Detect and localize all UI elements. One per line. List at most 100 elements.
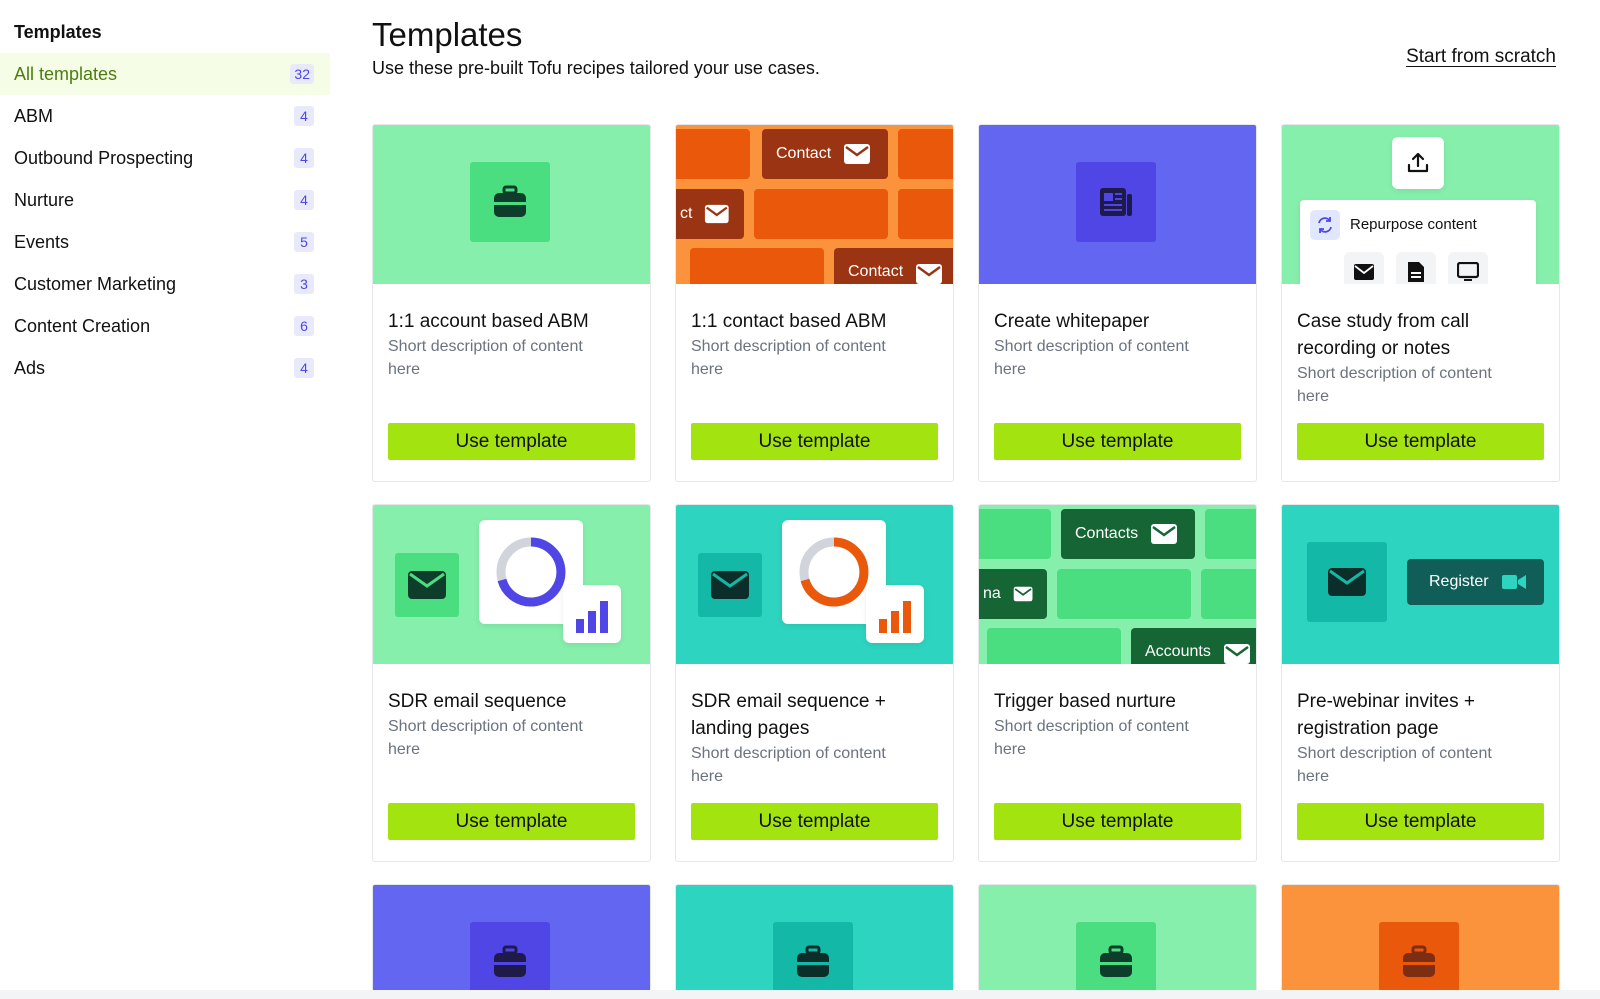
envelope-icon	[698, 553, 762, 617]
sidebar-item-ads[interactable]: Ads 4	[0, 347, 330, 389]
card-thumbnail: Contacts na Accounts	[979, 505, 1256, 664]
contact-pill: Contact	[762, 129, 888, 179]
template-card[interactable]	[675, 884, 954, 999]
sidebar-item-label: Content Creation	[14, 315, 151, 336]
envelope-icon	[1307, 542, 1387, 622]
briefcase-icon	[470, 162, 550, 242]
sidebar-nav: All templates 32 ABM 4 Outbound Prospect…	[0, 53, 330, 389]
card-thumbnail	[676, 505, 953, 664]
sidebar-item-customer-marketing[interactable]: Customer Marketing 3	[0, 263, 330, 305]
sidebar-item-events[interactable]: Events 5	[0, 221, 330, 263]
template-card[interactable]: 1:1 account based ABM Short description …	[372, 124, 651, 482]
decor-tile	[1057, 569, 1191, 619]
card-description: Short description of content here	[994, 718, 1189, 758]
contact-pill: ct	[676, 189, 744, 239]
newspaper-icon	[1076, 162, 1156, 242]
count-badge: 5	[294, 232, 314, 252]
template-card[interactable]: SDR email sequence Short description of …	[372, 504, 651, 862]
card-thumbnail	[373, 125, 650, 284]
sidebar-item-abm[interactable]: ABM 4	[0, 95, 330, 137]
count-badge: 32	[290, 64, 314, 84]
upload-icon	[1392, 137, 1444, 189]
template-card[interactable]	[1281, 884, 1560, 999]
page-title: Templates	[372, 16, 523, 53]
sidebar-item-content-creation[interactable]: Content Creation 6	[0, 305, 330, 347]
sidebar: Templates All templates 32 ABM 4 Outboun…	[0, 0, 330, 999]
decor-tile	[979, 509, 1051, 559]
contact-pill: Contact	[834, 248, 953, 284]
card-title: Trigger based nurture	[994, 691, 1177, 712]
card-thumbnail	[373, 505, 650, 664]
card-title: 1:1 account based ABM	[388, 311, 589, 332]
use-template-button[interactable]: Use template	[994, 423, 1241, 460]
card-thumbnail	[979, 885, 1256, 999]
use-template-button[interactable]: Use template	[691, 423, 938, 460]
card-thumbnail: Contact ct Contact	[676, 125, 953, 284]
bar-chart-icon	[563, 585, 621, 643]
card-thumbnail	[1282, 885, 1559, 999]
contacts-pill: Contacts	[1061, 509, 1195, 559]
template-card[interactable]: Repurpose content Case study from call r…	[1281, 124, 1560, 482]
sidebar-item-nurture[interactable]: Nurture 4	[0, 179, 330, 221]
decor-tile	[1201, 569, 1256, 619]
start-from-scratch-link[interactable]: Start from scratch	[1406, 46, 1556, 68]
card-title: SDR email sequence	[388, 691, 567, 712]
briefcase-icon	[470, 922, 550, 999]
use-template-button[interactable]: Use template	[388, 803, 635, 840]
video-icon	[1501, 575, 1526, 589]
repurpose-label: Repurpose content	[1350, 216, 1477, 233]
use-template-button[interactable]: Use template	[388, 423, 635, 460]
decor-tile	[898, 189, 953, 239]
pill-label: Contact	[776, 145, 832, 162]
sidebar-item-label: Outbound Prospecting	[14, 147, 194, 168]
card-title: 1:1 contact based ABM	[691, 311, 887, 332]
refresh-icon	[1310, 210, 1340, 240]
decor-tile	[690, 248, 824, 284]
count-badge: 4	[294, 358, 314, 378]
card-description: Short description of content here	[691, 745, 886, 785]
template-card[interactable]: Create whitepaper Short description of c…	[978, 124, 1257, 482]
count-badge: 4	[294, 148, 314, 168]
contacts-pill: na	[979, 569, 1047, 619]
sidebar-item-label: All templates	[14, 63, 118, 84]
decor-tile	[1205, 509, 1256, 559]
pill-label: Contact	[848, 263, 904, 280]
count-badge: 4	[294, 190, 314, 210]
envelope-icon	[705, 204, 730, 224]
template-card[interactable]: Contact ct Contact 1:1 contact based ABM…	[675, 124, 954, 482]
briefcase-icon	[1076, 922, 1156, 999]
card-title: Case study from call recording or notes	[1297, 311, 1470, 359]
sidebar-item-label: Nurture	[14, 189, 75, 210]
pill-label: ct	[680, 205, 693, 222]
sidebar-item-label: ABM	[14, 105, 54, 126]
use-template-button[interactable]: Use template	[691, 803, 938, 840]
card-description: Short description of content here	[691, 338, 886, 378]
sidebar-item-label: Ads	[14, 357, 46, 378]
decor-tile	[987, 628, 1121, 664]
use-template-button[interactable]: Use template	[1297, 423, 1544, 460]
envelope-icon	[1151, 524, 1178, 544]
card-thumbnail	[979, 125, 1256, 284]
monitor-icon	[1448, 252, 1488, 284]
card-title: SDR email sequence + landing pages	[691, 691, 886, 739]
sidebar-item-outbound-prospecting[interactable]: Outbound Prospecting 4	[0, 137, 330, 179]
card-description: Short description of content here	[388, 718, 583, 758]
card-thumbnail	[373, 885, 650, 999]
horizontal-scrollbar[interactable]	[0, 990, 1600, 999]
template-card[interactable]: Contacts na Accounts Trigger based nurtu…	[978, 504, 1257, 862]
template-card[interactable]: Register Pre-webinar invites + registrat…	[1281, 504, 1560, 862]
envelope-icon	[916, 264, 943, 284]
template-card[interactable]	[978, 884, 1257, 999]
sidebar-item-label: Customer Marketing	[14, 273, 177, 294]
pill-label: na	[983, 585, 1001, 602]
use-template-button[interactable]: Use template	[994, 803, 1241, 840]
use-template-button[interactable]: Use template	[1297, 803, 1544, 840]
sidebar-item-all-templates[interactable]: All templates 32	[0, 53, 330, 95]
pill-label: Accounts	[1145, 643, 1211, 660]
document-icon	[1396, 252, 1436, 284]
template-card[interactable]	[372, 884, 651, 999]
count-badge: 3	[294, 274, 314, 294]
repurpose-panel: Repurpose content	[1300, 200, 1536, 284]
template-card[interactable]: SDR email sequence + landing pages Short…	[675, 504, 954, 862]
card-description: Short description of content here	[1297, 365, 1492, 405]
